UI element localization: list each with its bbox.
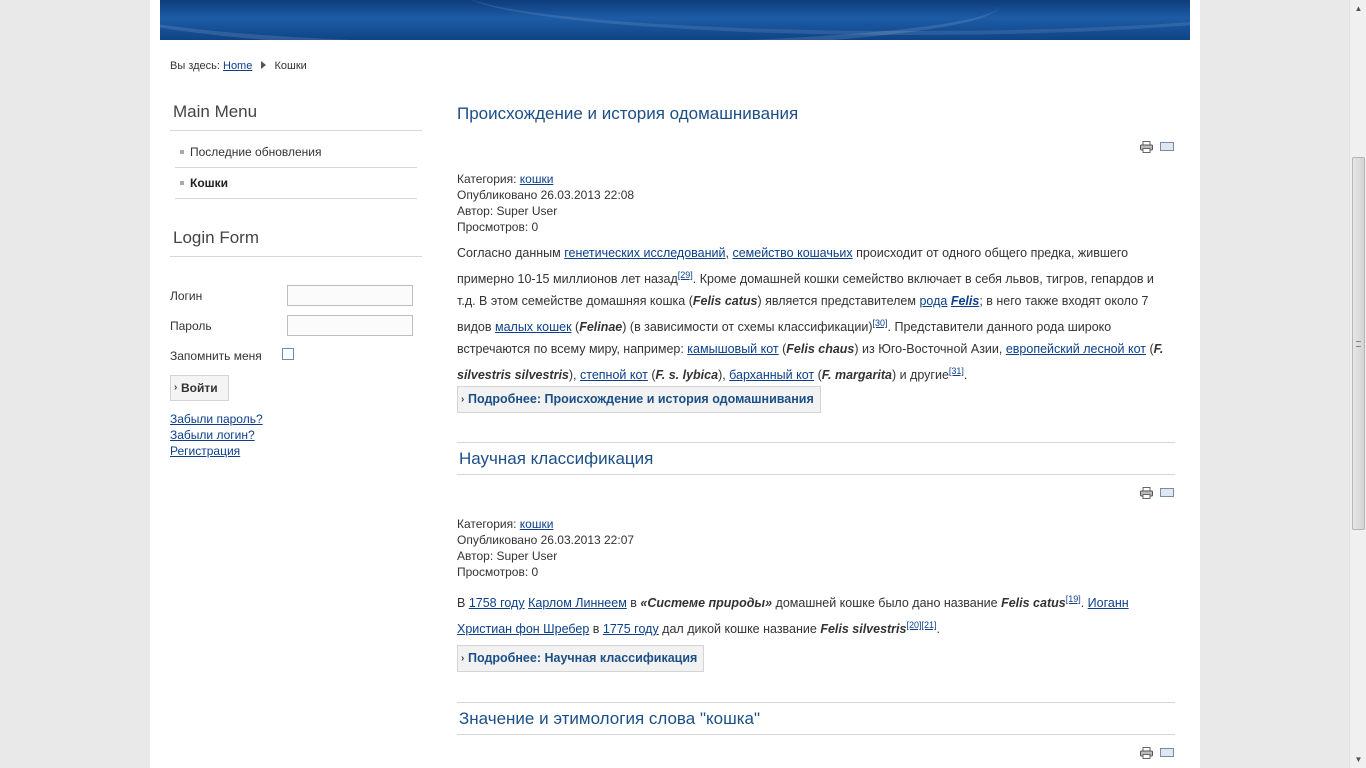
body-link[interactable]: рода xyxy=(919,294,947,308)
body-link[interactable]: 1758 году xyxy=(469,596,525,610)
remember-label: Запомнить меня xyxy=(170,349,262,363)
article-meta: Категория: кошки Опубликовано 26.03.2013… xyxy=(457,516,634,580)
article-actions xyxy=(1140,141,1176,153)
body-link[interactable]: европейский лесной кот xyxy=(1006,342,1146,356)
printer-icon[interactable] xyxy=(1140,141,1153,153)
scroll-down-arrow-icon[interactable]: ▼ xyxy=(1350,751,1366,768)
article-actions xyxy=(1140,487,1176,499)
scroll-up-arrow-icon[interactable]: ▲ xyxy=(1350,0,1366,17)
breadcrumb-current: Кошки xyxy=(274,60,307,72)
breadcrumb-arrow-icon xyxy=(261,61,267,69)
body-link[interactable]: камышовый кот xyxy=(687,342,778,356)
vertical-scrollbar[interactable]: ▲ ▼ xyxy=(1349,0,1366,768)
breadcrumb-prefix: Вы здесь: xyxy=(170,60,220,72)
email-icon[interactable] xyxy=(1160,748,1174,757)
category-link[interactable]: кошки xyxy=(520,517,554,531)
login-button[interactable]: › Войти xyxy=(170,375,229,401)
body-link[interactable]: семейство кошачьих xyxy=(732,246,852,260)
username-input[interactable] xyxy=(287,285,413,306)
breadcrumb-home-link[interactable]: Home xyxy=(223,60,252,72)
breadcrumb: Вы здесь: Home Кошки xyxy=(170,60,307,72)
body-link[interactable]: малых кошек xyxy=(495,320,572,334)
article-divider xyxy=(457,442,1175,443)
chevron-right-icon: › xyxy=(461,653,465,664)
article-title: Научная классификация xyxy=(459,449,654,468)
register-link[interactable]: Регистрация xyxy=(170,444,240,458)
body-link[interactable]: Карлом Линнеем xyxy=(528,596,627,610)
body-link[interactable]: 1775 году xyxy=(603,622,659,636)
forgot-password-link[interactable]: Забыли пароль? xyxy=(170,412,263,426)
email-icon[interactable] xyxy=(1160,142,1174,151)
title-divider xyxy=(457,734,1175,735)
reference-link[interactable]: [19] xyxy=(1066,594,1081,604)
reference-link[interactable]: [29] xyxy=(678,270,693,280)
reference-link[interactable]: [20] xyxy=(906,620,921,630)
page: Вы здесь: Home Кошки Main Menu Последние… xyxy=(150,0,1200,768)
bullet-icon xyxy=(180,181,184,185)
menu-item-cats[interactable]: Кошки xyxy=(175,168,417,199)
article-title: Значение и этимология слова "кошка" xyxy=(459,709,761,728)
body-link[interactable]: генетических исследований xyxy=(564,246,725,260)
published-date: Опубликовано 26.03.2013 22:07 xyxy=(457,533,635,547)
read-more-label: Подробнее: Научная классификация xyxy=(468,651,698,665)
scrollbar-thumb[interactable] xyxy=(1352,157,1365,530)
printer-icon[interactable] xyxy=(1140,487,1153,499)
article-divider xyxy=(457,702,1175,703)
username-label: Логин xyxy=(170,289,203,303)
email-icon[interactable] xyxy=(1160,488,1174,497)
body-link[interactable]: барханный кот xyxy=(729,368,814,382)
login-button-label: Войти xyxy=(181,381,218,395)
login-form-title: Login Form xyxy=(170,228,422,257)
printer-icon[interactable] xyxy=(1140,747,1153,759)
password-label: Пароль xyxy=(170,319,212,333)
views-count: Просмотров: 0 xyxy=(457,565,539,579)
forgot-login-link[interactable]: Забыли логин? xyxy=(170,428,255,442)
menu-item-latest[interactable]: Последние обновления xyxy=(175,137,417,168)
article-title: Происхождение и история одомашнивания xyxy=(457,104,799,123)
read-more-label: Подробнее: Происхождение и история одома… xyxy=(468,392,814,406)
category-line: Категория: кошки xyxy=(457,172,554,186)
article-actions xyxy=(1140,747,1176,759)
category-link[interactable]: кошки xyxy=(520,172,554,186)
article-meta: Категория: кошки Опубликовано 26.03.2013… xyxy=(457,171,634,235)
reference-link[interactable]: [21] xyxy=(922,620,937,630)
author: Автор: Super User xyxy=(457,549,558,563)
password-input[interactable] xyxy=(287,315,413,336)
chevron-right-icon: › xyxy=(461,394,465,405)
header-banner xyxy=(160,0,1190,40)
reference-link[interactable]: [30] xyxy=(873,318,888,328)
menu-item-label: Последние обновления xyxy=(190,145,322,159)
body-link[interactable]: степной кот xyxy=(580,368,648,382)
title-divider xyxy=(457,474,1175,475)
views-count: Просмотров: 0 xyxy=(457,220,539,234)
read-more-button[interactable]: › Подробнее: Научная классификация xyxy=(457,645,705,672)
remember-checkbox[interactable] xyxy=(282,348,294,360)
category-line: Категория: кошки xyxy=(457,517,554,531)
main-menu-title: Main Menu xyxy=(170,102,422,131)
author: Автор: Super User xyxy=(457,204,558,218)
bullet-icon xyxy=(180,150,184,154)
body-link[interactable]: Felis xyxy=(951,294,980,308)
article-body: Согласно данным генетических исследовани… xyxy=(457,246,1164,383)
published-date: Опубликовано 26.03.2013 22:08 xyxy=(457,188,635,202)
menu-item-label: Кошки xyxy=(190,176,229,190)
chevron-right-icon: › xyxy=(174,382,178,393)
read-more-button[interactable]: › Подробнее: Происхождение и история одо… xyxy=(457,386,821,413)
reference-link[interactable]: [31] xyxy=(949,366,964,376)
article-body: В 1758 году Карлом Линнеем в «Системе пр… xyxy=(457,594,1129,637)
